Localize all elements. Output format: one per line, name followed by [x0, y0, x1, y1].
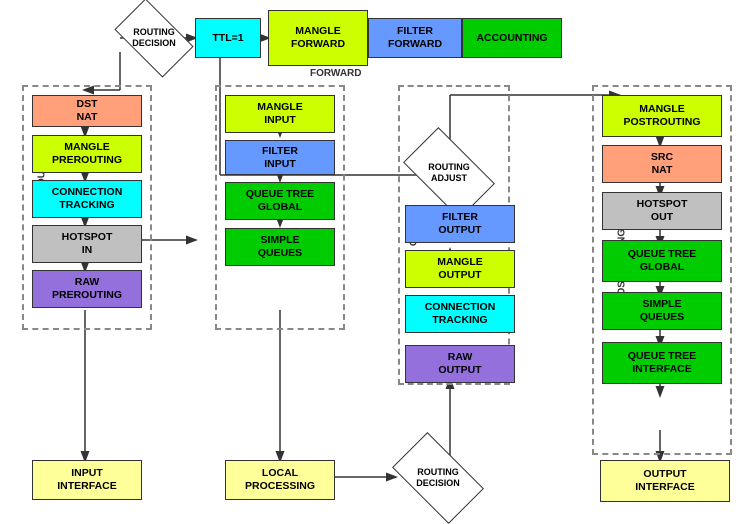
input-interface-box: INPUTINTERFACE [32, 460, 142, 500]
src-nat-box: SRCNAT [602, 145, 722, 183]
hotspot-out-box: HOTSPOTOUT [602, 192, 722, 230]
forward-label: FORWARD [310, 68, 361, 79]
output-interface-box: OUTPUTINTERFACE [600, 460, 730, 502]
simple-queues-input-box: SIMPLEQUEUES [225, 228, 335, 266]
raw-output-box: RAWOUTPUT [405, 345, 515, 383]
dst-nat-box: DSTNAT [32, 95, 142, 127]
filter-output-box: FILTEROUTPUT [405, 205, 515, 243]
raw-prerouting-box: RAWPREROUTING [32, 270, 142, 308]
routing-adjust-diamond: ROUTINGADJUST [409, 148, 489, 198]
filter-forward-box: FILTERFORWARD [368, 18, 462, 58]
diagram: FORWARD ROUTINGDECISION TTL=1 MANGLEFORW… [0, 0, 744, 513]
ttl1-box: TTL=1 [195, 18, 261, 58]
accounting-box: ACCOUNTING [462, 18, 562, 58]
simple-queues-post-box: SIMPLEQUEUES [602, 292, 722, 330]
connection-tracking-pre-box: CONNECTIONTRACKING [32, 180, 142, 218]
queue-tree-global-post-box: QUEUE TREEGLOBAL [602, 240, 722, 282]
mangle-input-box: MANGLEINPUT [225, 95, 335, 133]
filter-input-box: FILTERINPUT [225, 140, 335, 175]
mangle-output-box: MANGLEOUTPUT [405, 250, 515, 288]
mangle-postrouting-box: MANGLEPOSTROUTING [602, 95, 722, 137]
routing-decision-top: ROUTINGDECISION [120, 16, 188, 60]
queue-tree-global-input-box: QUEUE TREEGLOBAL [225, 182, 335, 220]
local-processing-box: LOCALPROCESSING [225, 460, 335, 500]
hotspot-in-box: HOTSPOTIN [32, 225, 142, 263]
mangle-prerouting-box: MANGLEPREROUTING [32, 135, 142, 173]
routing-decision-bot-diamond: ROUTINGDECISION [398, 453, 478, 503]
queue-tree-interface-box: QUEUE TREEINTERFACE [602, 342, 722, 384]
mangle-forward-box: MANGLEFORWARD [268, 10, 368, 66]
connection-tracking-out-box: CONNECTIONTRACKING [405, 295, 515, 333]
